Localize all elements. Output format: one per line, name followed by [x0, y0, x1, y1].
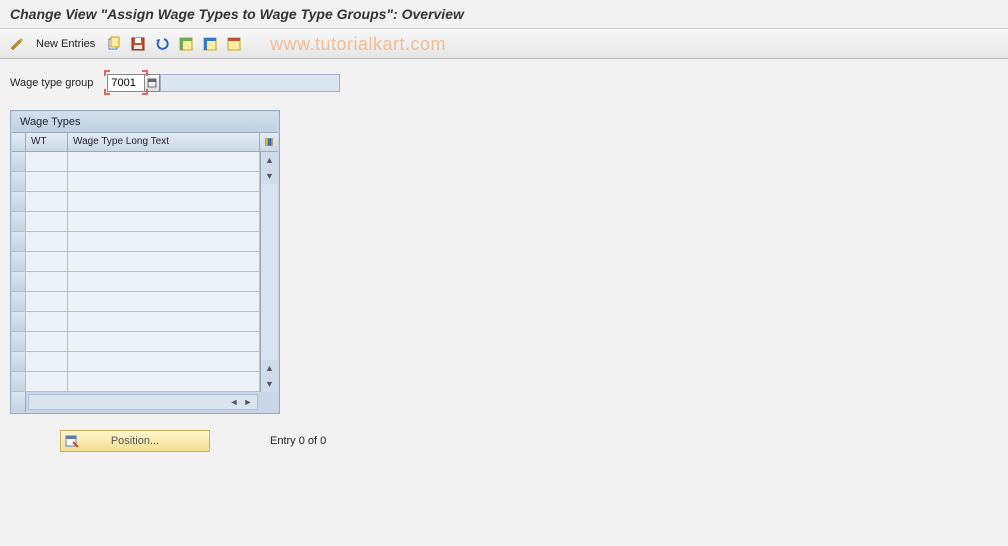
new-entries-button[interactable]: New Entries	[32, 38, 99, 50]
wage-types-table: Wage Types WT Wage Type Long Text	[10, 110, 280, 414]
table-row[interactable]	[12, 272, 260, 292]
undo-icon[interactable]	[153, 35, 171, 53]
col-header-selector[interactable]	[12, 133, 26, 151]
horizontal-scrollbar[interactable]: ◄ ►	[28, 394, 258, 410]
vertical-scrollbar[interactable]: ▲ ▼ ▲ ▼	[260, 152, 278, 392]
toolbar: New Entries	[0, 29, 1008, 59]
table-row[interactable]	[12, 312, 260, 332]
position-icon	[65, 434, 79, 448]
scroll-left-icon[interactable]: ◄	[227, 395, 241, 409]
table-rows	[12, 152, 260, 392]
table-row[interactable]	[12, 332, 260, 352]
wage-type-group-row: Wage type group	[10, 73, 998, 92]
col-header-longtext[interactable]: Wage Type Long Text	[68, 133, 260, 151]
position-label: Position...	[111, 435, 159, 447]
col-header-wt[interactable]: WT	[26, 133, 68, 151]
page-title: Change View "Assign Wage Types to Wage T…	[0, 0, 1008, 29]
table-config-button[interactable]	[260, 133, 278, 151]
scroll-down-icon[interactable]: ▼	[262, 168, 278, 184]
position-button[interactable]: Position...	[60, 430, 210, 452]
wage-type-group-input[interactable]	[107, 74, 145, 92]
wage-type-group-label: Wage type group	[10, 77, 93, 89]
table-row[interactable]	[12, 172, 260, 192]
copy-icon[interactable]	[105, 35, 123, 53]
table-row[interactable]	[12, 232, 260, 252]
change-toggle-icon[interactable]	[8, 35, 26, 53]
scroll-right-icon[interactable]: ►	[241, 395, 255, 409]
table-row[interactable]	[12, 292, 260, 312]
wage-type-group-desc	[160, 74, 340, 92]
deselect-all-icon[interactable]	[201, 35, 219, 53]
scroll-up-end-icon[interactable]: ▲	[262, 360, 278, 376]
table-title: Wage Types	[12, 112, 278, 132]
table-row[interactable]	[12, 252, 260, 272]
delimit-icon[interactable]	[225, 35, 243, 53]
entry-count-text: Entry 0 of 0	[270, 435, 326, 447]
table-row[interactable]	[12, 152, 260, 172]
scroll-down-end-icon[interactable]: ▼	[262, 376, 278, 392]
scroll-up-icon[interactable]: ▲	[262, 152, 278, 168]
select-all-icon[interactable]	[177, 35, 195, 53]
table-row[interactable]	[12, 352, 260, 372]
table-row[interactable]	[12, 192, 260, 212]
table-row[interactable]	[12, 212, 260, 232]
save-icon[interactable]	[129, 35, 147, 53]
table-row[interactable]	[12, 372, 260, 392]
